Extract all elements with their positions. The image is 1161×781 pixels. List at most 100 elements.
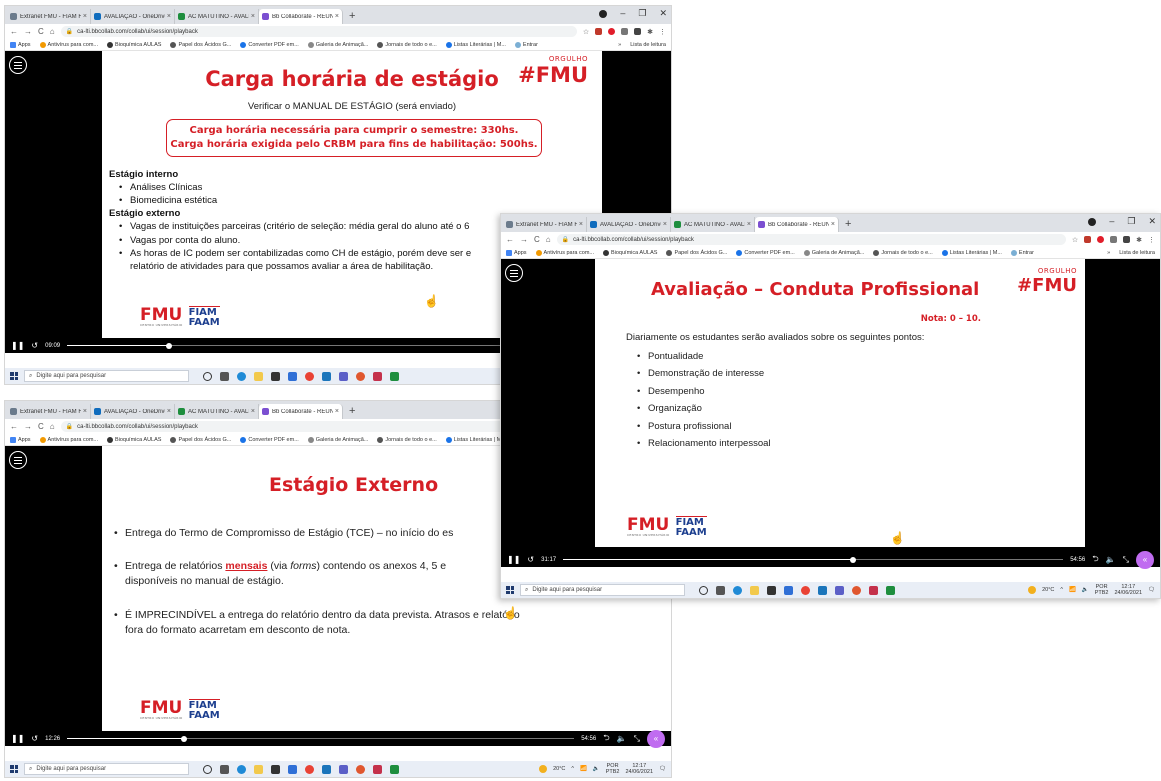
folder-icon[interactable] <box>750 585 759 595</box>
store-icon[interactable] <box>767 585 776 595</box>
maximize-icon[interactable]: ❐ <box>638 8 646 19</box>
notification-icon[interactable]: 🗨 <box>659 766 666 772</box>
tab-collaborate[interactable]: Bb Collaborate - REUNIÃO× <box>259 9 343 24</box>
collaborate-panel-button[interactable]: « <box>1136 550 1154 569</box>
edge-icon[interactable] <box>733 585 742 595</box>
bookmark-item[interactable]: Bioquímica AULAS <box>106 41 161 48</box>
tab-onedrive[interactable]: AVALIAÇÃO - OneDrive × <box>91 9 175 24</box>
app-icon[interactable] <box>818 585 827 595</box>
bookmark-item[interactable]: Galeria de Animaçã... <box>307 41 368 48</box>
replay-icon[interactable]: ↺ <box>31 734 38 743</box>
taskbar-search[interactable]: ⌕ Digite aqui para pesquisar <box>24 763 189 775</box>
teams-icon[interactable] <box>339 371 348 381</box>
forward-icon[interactable]: → <box>24 27 32 36</box>
close-icon[interactable]: × <box>251 13 255 20</box>
network-icon[interactable]: 📶 <box>1069 587 1076 593</box>
reading-list[interactable]: Lista de leitura <box>1119 250 1155 256</box>
profile-icon[interactable] <box>599 10 608 18</box>
speaker-icon[interactable]: 🔈 <box>1082 587 1089 593</box>
close-icon[interactable]: × <box>83 408 87 415</box>
app-icon[interactable] <box>373 371 382 381</box>
clock[interactable]: 12:17 24/06/2021 <box>1114 584 1142 596</box>
forward-icon[interactable]: → <box>24 422 32 431</box>
excel-icon[interactable] <box>886 585 895 595</box>
app-icon[interactable] <box>322 764 331 774</box>
collaborate-panel-button[interactable]: « <box>647 729 665 748</box>
pause-icon[interactable]: ❚❚ <box>507 555 520 564</box>
bookmark-item[interactable]: Antivírus para com... <box>535 249 594 256</box>
home-icon[interactable]: ⌂ <box>50 422 55 431</box>
puzzle-icon[interactable]: ✱ <box>1136 236 1142 244</box>
folder-icon[interactable] <box>254 764 263 774</box>
bookmark-item[interactable]: Papel dos Ácidos G... <box>170 436 231 443</box>
network-icon[interactable]: 📶 <box>580 766 587 772</box>
tray-arrow-icon[interactable]: ^ <box>571 766 574 772</box>
widgets-icon[interactable] <box>220 764 229 774</box>
windows-start-icon[interactable] <box>506 586 514 594</box>
folder-icon[interactable] <box>254 371 263 381</box>
bookmark-apps[interactable]: Apps <box>10 436 31 443</box>
home-icon[interactable]: ⌂ <box>546 235 551 244</box>
reload-icon[interactable]: C <box>534 235 540 244</box>
repeat-icon[interactable]: ⮌ <box>1092 553 1098 567</box>
app-icon[interactable] <box>356 764 365 774</box>
reload-icon[interactable]: C <box>38 27 44 36</box>
bookmark-item[interactable]: Converter PDF em... <box>240 41 299 48</box>
tab-sheets[interactable]: AC MATUTINO - AVALIAÇÃO 20× <box>671 217 755 232</box>
chrome-icon[interactable] <box>305 371 314 381</box>
tab-collaborate[interactable]: Bb Collaborate - REUNIÃO× <box>259 404 343 419</box>
minimize-icon[interactable]: – <box>1109 216 1114 227</box>
store-icon[interactable] <box>271 371 280 381</box>
windows-start-icon[interactable] <box>10 372 18 380</box>
seek-handle[interactable] <box>180 735 187 742</box>
extension-icon[interactable] <box>1123 235 1131 243</box>
extension-icon[interactable] <box>634 27 642 35</box>
weather-icon[interactable] <box>539 765 548 773</box>
taskbar-search[interactable]: ⌕ Digite aqui para pesquisar <box>24 370 189 382</box>
excel-icon[interactable] <box>390 764 399 774</box>
volume-icon[interactable]: 🔈 <box>1106 555 1116 564</box>
tab-onedrive[interactable]: AVALIAÇÃO - OneDrive × <box>587 217 671 232</box>
edge-icon[interactable] <box>237 371 246 381</box>
task-view-icon[interactable] <box>699 585 708 595</box>
mail-icon[interactable] <box>288 371 297 381</box>
close-icon[interactable]: × <box>335 408 339 415</box>
language-indicator[interactable]: POR PTB2 <box>606 763 620 775</box>
opera-icon[interactable] <box>608 27 616 35</box>
reload-icon[interactable]: C <box>38 422 44 431</box>
bookmark-item[interactable]: Entrar <box>514 41 538 48</box>
reading-list[interactable]: Lista de leitura <box>630 42 666 48</box>
notification-icon[interactable]: 🗨 <box>1148 587 1155 593</box>
menu-dots-icon[interactable]: ⋮ <box>1148 236 1155 244</box>
opera-icon[interactable] <box>1097 235 1105 243</box>
bookmark-item[interactable]: Galeria de Animaçã... <box>307 436 368 443</box>
seek-handle[interactable] <box>850 556 857 563</box>
excel-icon[interactable] <box>390 371 399 381</box>
tab-sheets[interactable]: AC MATUTINO - AVALIAÇÃO 20× <box>175 9 259 24</box>
fullscreen-icon[interactable]: ⤡ <box>1123 555 1129 565</box>
home-icon[interactable]: ⌂ <box>50 27 55 36</box>
replay-icon[interactable]: ↺ <box>527 555 534 564</box>
chrome-icon[interactable] <box>801 585 810 595</box>
session-menu-button[interactable] <box>9 451 27 469</box>
extension-icon[interactable] <box>621 27 629 35</box>
bookmark-item[interactable]: Bioquímica AULAS <box>106 436 161 443</box>
puzzle-icon[interactable]: ✱ <box>647 28 653 36</box>
widgets-icon[interactable] <box>716 585 725 595</box>
bookmark-item[interactable]: Listas Literárias | M... <box>445 436 506 443</box>
session-menu-button[interactable] <box>9 56 27 74</box>
bookmark-item[interactable]: Bioquímica AULAS <box>602 249 657 256</box>
teams-icon[interactable] <box>835 585 844 595</box>
more-bookmarks[interactable]: » <box>618 42 621 48</box>
widgets-icon[interactable] <box>220 371 229 381</box>
tab-extranet[interactable]: Extranet FMU - FIAM FAAM - P× <box>503 217 587 232</box>
close-icon[interactable]: × <box>167 408 171 415</box>
tab-sheets[interactable]: AC MATUTINO - AVALIAÇÃO 20× <box>175 404 259 419</box>
bookmark-item[interactable]: Jornais de todo o e... <box>873 249 933 256</box>
app-icon[interactable] <box>356 371 365 381</box>
extension-icon[interactable] <box>595 27 603 35</box>
profile-icon[interactable] <box>1088 218 1097 226</box>
close-icon[interactable]: × <box>579 221 583 228</box>
weather-icon[interactable] <box>1028 586 1037 594</box>
taskbar-search[interactable]: ⌕ Digite aqui para pesquisar <box>520 584 685 596</box>
